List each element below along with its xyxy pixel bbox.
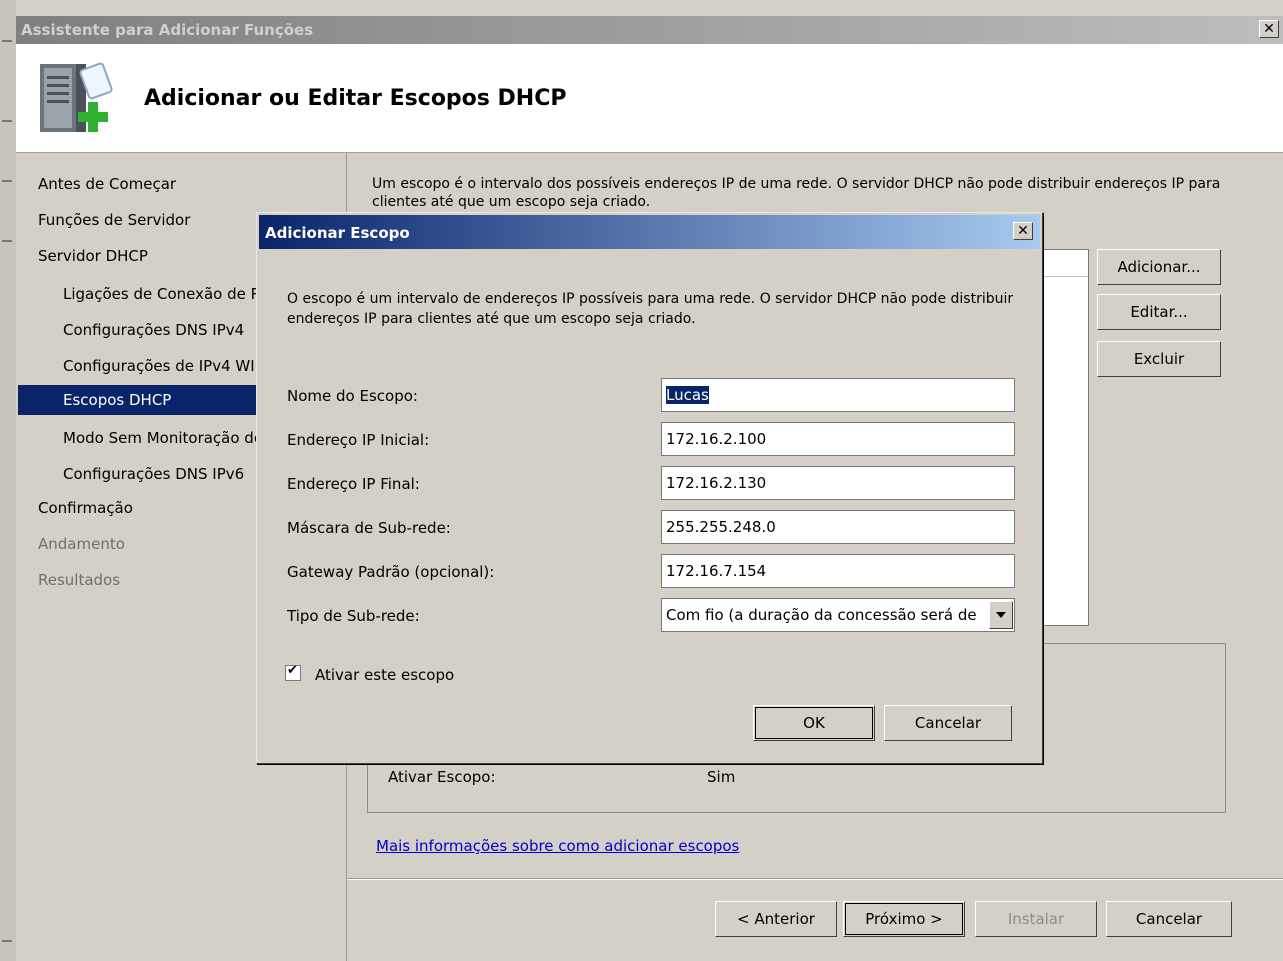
install-button: Instalar [975,901,1097,937]
subnet-type-value: Com fio (a duração da concessão será de [666,606,977,624]
activate-scope-value: Sim [707,768,736,786]
end-ip-input[interactable]: 172.16.2.130 [661,466,1015,500]
close-icon: ✕ [1017,223,1029,239]
dialog-titlebar[interactable]: Adicionar Escopo ✕ [259,215,1040,249]
nav-item-wins[interactable]: Configurações de IPv4 WINS [63,351,275,381]
cancel-button[interactable]: Cancelar [1106,901,1232,937]
start-ip-label: Endereço IP Inicial: [287,431,430,449]
dialog-title: Adicionar Escopo [265,224,410,242]
page-title: Adicionar ou Editar Escopos DHCP [144,86,567,111]
scope-name-input[interactable]: Lucas [661,378,1015,412]
subnet-type-select[interactable]: Com fio (a duração da concessão será de [661,598,1015,632]
previous-button[interactable]: < Anterior [715,901,837,937]
gateway-label: Gateway Padrão (opcional): [287,563,495,581]
close-icon: ✕ [1263,21,1275,37]
next-button[interactable]: Próximo > [843,901,965,937]
dialog-description: O escopo é um intervalo de endereços IP … [287,291,1014,327]
subnet-type-label: Tipo de Sub-rede: [287,607,420,625]
dialog-close-button[interactable]: ✕ [1013,222,1033,240]
delete-scope-button[interactable]: Excluir [1097,341,1221,377]
chevron-down-icon [996,612,1006,618]
background-window-edge [0,0,16,961]
nav-item-andamento: Andamento [38,535,125,553]
dropdown-button[interactable] [989,601,1013,629]
nav-item-ligacoes[interactable]: Ligações de Conexão de Rede [63,279,288,309]
nav-item-confirmacao[interactable]: Confirmação [38,493,133,523]
nav-item-funcoes-de-servidor[interactable]: Funções de Servidor [38,205,190,235]
nav-item-servidor-dhcp[interactable]: Servidor DHCP [38,241,148,271]
activate-scope-checkbox-label[interactable]: Ativar este escopo [315,666,454,684]
nav-item-dns-ipv4[interactable]: Configurações DNS IPv4 [63,315,244,345]
more-info-link[interactable]: Mais informações sobre como adicionar es… [376,837,739,855]
wizard-close-button[interactable]: ✕ [1259,20,1279,38]
page-description: Um escopo é o intervalo dos possíveis en… [372,176,1221,210]
nav-item-antes-de-comecar[interactable]: Antes de Começar [38,169,176,199]
add-scope-dialog: Adicionar Escopo ✕ O escopo é um interva… [256,212,1043,764]
footer-divider [347,878,1283,880]
wizard-header: Adicionar ou Editar Escopos DHCP [16,44,1283,153]
add-scope-button[interactable]: Adicionar... [1097,249,1221,285]
dialog-cancel-button[interactable]: Cancelar [884,705,1012,741]
scope-name-label: Nome do Escopo: [287,387,418,405]
end-ip-label: Endereço IP Final: [287,475,420,493]
activate-scope-checkbox[interactable]: ✔ [285,663,301,681]
subnet-mask-input[interactable]: 255.255.248.0 [661,510,1015,544]
checkmark-icon: ✔ [287,663,298,678]
activate-scope-label: Ativar Escopo: [388,768,496,786]
subnet-mask-label: Máscara de Sub-rede: [287,519,451,537]
nav-item-dns-ipv6[interactable]: Configurações DNS IPv6 [63,459,244,489]
start-ip-input[interactable]: 172.16.2.100 [661,422,1015,456]
gateway-input[interactable]: 172.16.7.154 [661,554,1015,588]
wizard-titlebar[interactable]: Assistente para Adicionar Funções ✕ [16,16,1283,44]
nav-item-resultados: Resultados [38,571,121,589]
dialog-ok-button[interactable]: OK [753,705,875,741]
edit-scope-button[interactable]: Editar... [1097,294,1221,330]
wizard-title: Assistente para Adicionar Funções [21,21,314,39]
scope-name-value: Lucas [666,386,709,404]
server-add-icon [40,62,113,132]
